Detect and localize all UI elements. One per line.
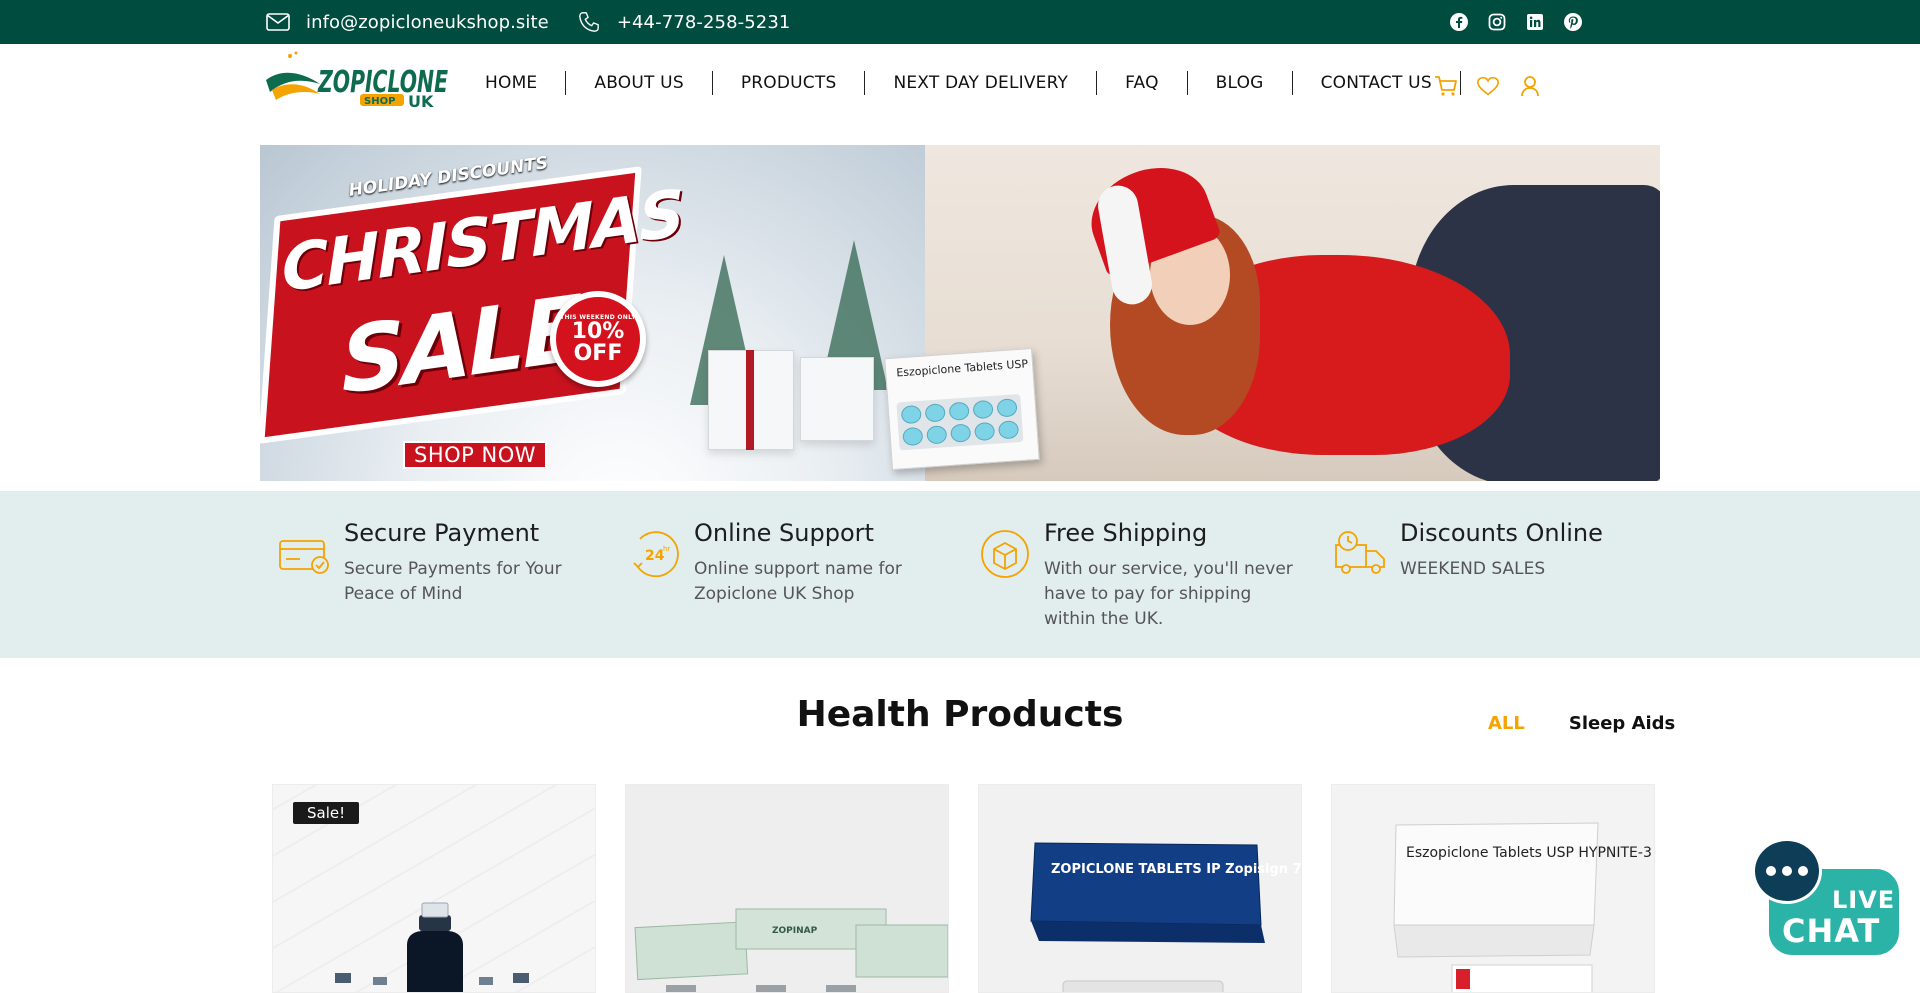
feature-desc: With our service, you'll never have to p… [1044,559,1293,629]
wishlist-heart-icon[interactable] [1476,74,1500,98]
linkedin-icon[interactable] [1526,13,1544,31]
gift-box [800,357,874,441]
product-pack-image: Eszopiclone Tablets USP [884,347,1040,471]
credit-card-icon [278,527,332,581]
email-link[interactable]: info@zopicloneukshop.site [306,12,549,33]
product-image: ZOPINAP [634,908,948,992]
product-card[interactable]: Eszopiclone Tablets USP HYPNITE-3 [1331,784,1655,993]
nav-next-day-delivery[interactable]: NEXT DAY DELIVERY [865,71,1098,95]
live-chat-label-live: LIVE [1832,886,1896,914]
product-image: Eszopiclone Tablets USP HYPNITE-3 [1393,822,1652,992]
product-pack-label: Eszopiclone Tablets USP [895,357,1029,380]
live-chat-label-chat: CHAT [1782,912,1881,950]
product-card[interactable]: ZOPINAP [625,784,949,993]
feature-title: Discounts Online [1400,519,1603,547]
contact-info: info@zopicloneukshop.site +44-778-258-52… [264,0,816,44]
live-chat-widget[interactable]: LIVE CHAT [1752,838,1906,988]
feature-title: Secure Payment [344,519,540,547]
top-bar: info@zopicloneukshop.site +44-778-258-52… [0,0,1920,44]
phone-icon [575,8,603,36]
header-actions [1434,74,1542,98]
main-nav: HOME ABOUT US PRODUCTS NEXT DAY DELIVERY… [464,66,1461,100]
discount-badge: THIS WEEKEND ONLY 10% OFF [550,291,646,387]
nav-home[interactable]: HOME [464,71,567,95]
features-strip: Secure Payment Secure Payments for Your … [0,491,1920,658]
product-card[interactable]: ZOPICLONE TABLETS IP Zopisign 7.5mg [978,784,1302,993]
cart-icon[interactable] [1434,74,1458,98]
product-image: ZOPICLONE TABLETS IP Zopisign 7.5mg [1030,842,1302,992]
account-user-icon[interactable] [1518,74,1542,98]
feature-title: Free Shipping [1044,519,1208,547]
nav-products[interactable]: PRODUCTS [713,71,866,95]
nav-about-us[interactable]: ABOUT US [566,71,713,95]
nav-faq[interactable]: FAQ [1097,71,1188,95]
mail-icon [264,8,292,36]
discount-badge-off: OFF [573,340,623,366]
section-title: Health Products [796,694,1124,735]
product-filters: ALL Sleep Aids [1488,713,1675,734]
product-box-label: ZOPICLONE TABLETS IP Zopisign 7.5mg [1051,862,1302,877]
blister-pack [896,393,1024,451]
filter-sleep-aids[interactable]: Sleep Aids [1569,713,1675,734]
product-box-label: ZOPINAP [772,926,818,936]
svg-text:UK: UK [408,92,434,110]
discount-badge-percent: 10% [571,318,625,344]
feature-title: Online Support [694,519,874,547]
filter-all[interactable]: ALL [1488,713,1525,734]
shipping-box-icon [978,527,1032,581]
shop-now-button[interactable]: SHOP NOW [403,441,547,469]
christmas-sale-banner[interactable]: Eszopiclone Tablets USP HOLIDAY DISCOUNT… [260,145,1660,481]
feature-desc: WEEKEND SALES [1400,559,1546,579]
delivery-truck-icon [1334,527,1388,581]
chat-bubble-icon [1752,838,1822,904]
svg-text:SHOP: SHOP [364,96,395,107]
instagram-icon[interactable] [1488,13,1506,31]
support-24h-icon: 24 hr [628,527,682,581]
feature-desc: Online support name for Zopiclone UK Sho… [694,559,902,604]
product-box-label: Eszopiclone Tablets USP HYPNITE-3 [1406,845,1652,861]
feature-desc: Secure Payments for Your Peace of Mind [344,559,562,604]
product-image [335,902,529,992]
site-header: ZOPICLONE SHOP UK HOME ABOUT US PRODUCTS… [0,44,1920,134]
pinterest-icon[interactable] [1564,13,1582,31]
svg-text:hr: hr [663,545,670,553]
product-card[interactable]: Sale! [272,784,596,993]
nav-blog[interactable]: BLOG [1188,71,1293,95]
facebook-icon[interactable] [1450,13,1468,31]
site-logo[interactable]: ZOPICLONE SHOP UK [262,50,452,111]
social-links [1450,0,1582,44]
gift-ribbon [746,350,754,450]
phone-link[interactable]: +44-778-258-5231 [617,12,791,33]
svg-text:24: 24 [645,548,665,564]
